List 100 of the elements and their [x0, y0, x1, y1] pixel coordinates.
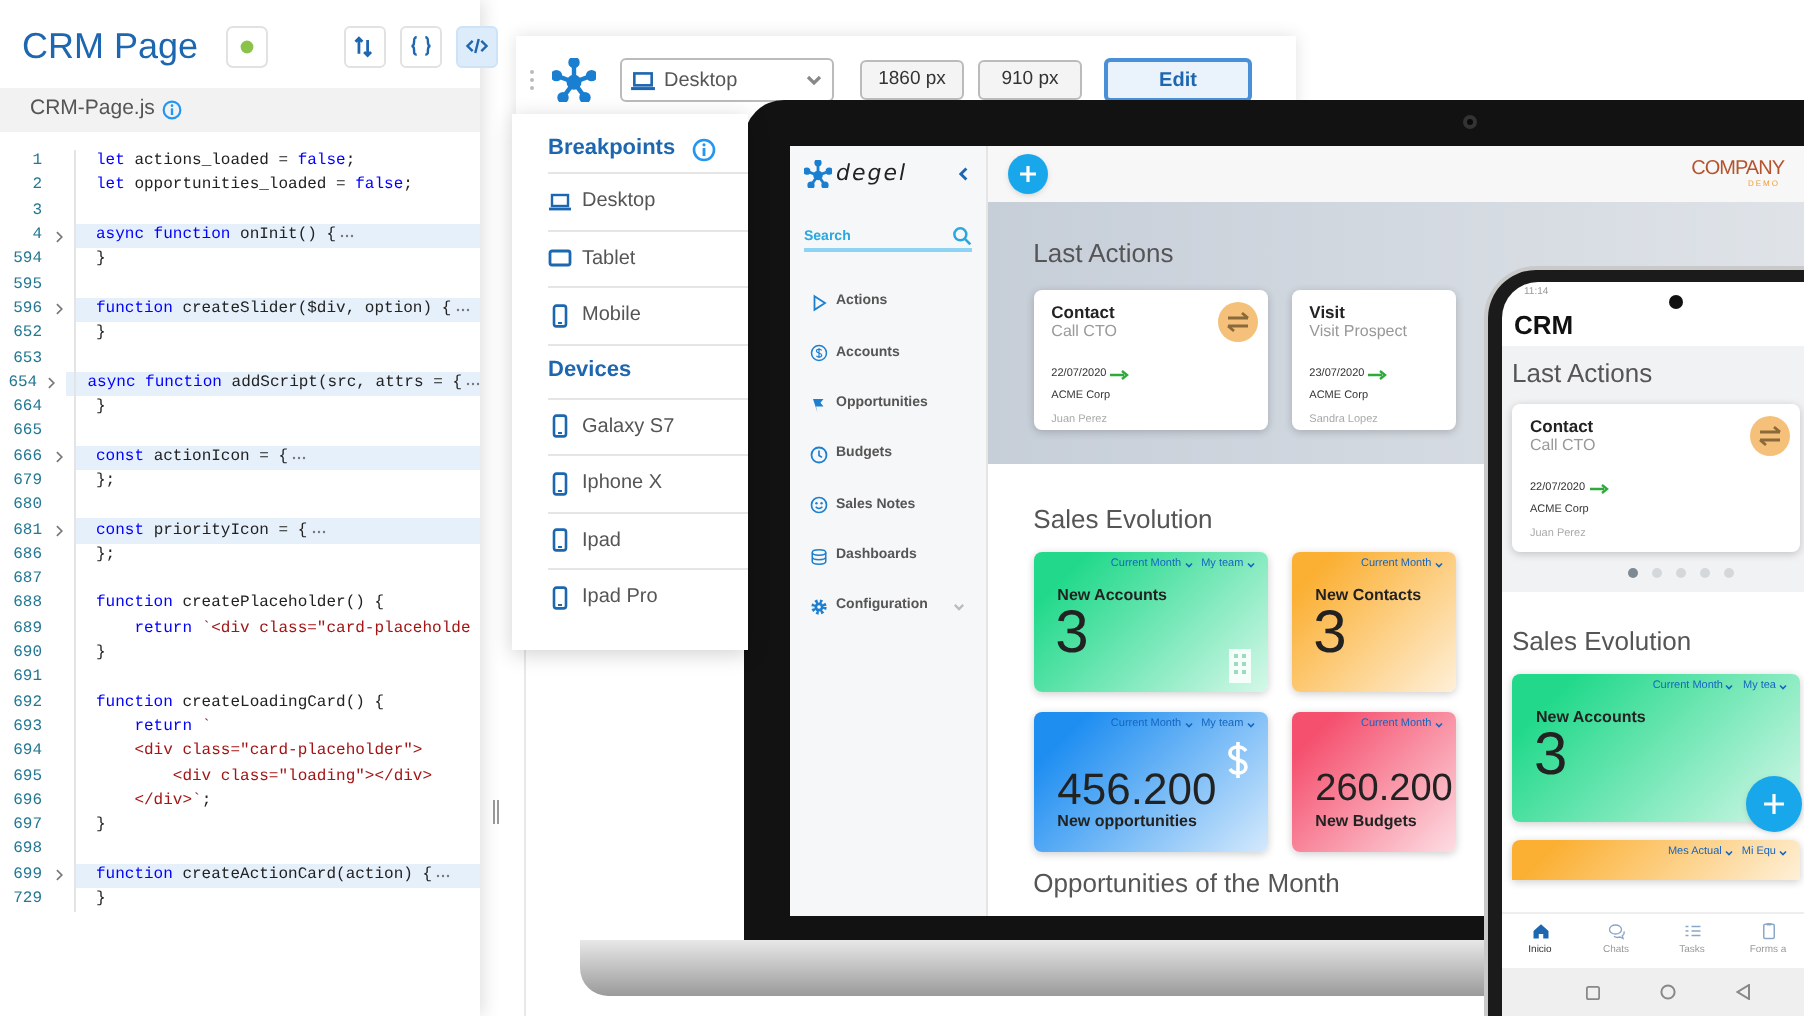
line-number: 695: [11, 769, 42, 786]
card-subtitle: Call CTO: [1530, 436, 1598, 456]
device-select[interactable]: Desktop: [620, 58, 834, 102]
kpi-label: New Accounts: [1055, 585, 1169, 603]
card-subtitle: Visit Prospect: [1309, 322, 1409, 342]
chat-icon: [1607, 922, 1625, 941]
line-number: 686: [11, 547, 42, 564]
line-number: 596: [11, 301, 42, 318]
swap-icon: [1217, 302, 1258, 342]
line-number: 680: [11, 498, 42, 515]
code-line: <div class="card-placeholder">: [132, 744, 423, 761]
code-line: return `<div class="card-placeholde: [132, 621, 471, 638]
line-number: 688: [11, 596, 42, 613]
kpi-value: 3: [1311, 603, 1347, 663]
line-number: 2: [30, 178, 42, 195]
add-button[interactable]: [1007, 154, 1048, 194]
line-number: 699: [11, 867, 42, 884]
swap-icon: [1750, 416, 1790, 456]
fold-chevron-icon[interactable]: [51, 524, 65, 539]
kpi-label: New Contacts: [1313, 585, 1424, 603]
drag-handle-icon: [528, 68, 536, 92]
page-title: CRM Page: [22, 28, 199, 64]
info-icon: [162, 100, 183, 120]
phone-icon: [548, 585, 572, 610]
line-number: 652: [11, 326, 42, 343]
width-field[interactable]: 1860 px: [860, 60, 964, 100]
toolbar-button[interactable]: [400, 25, 443, 67]
laptop-icon: [548, 189, 572, 214]
code-line: }: [96, 252, 106, 269]
card-title: Contact: [1530, 416, 1596, 436]
phone-icon: [548, 471, 572, 496]
square-icon: [1586, 985, 1600, 999]
caret-down-icon: [1778, 848, 1788, 859]
triangle-icon: [1736, 984, 1750, 1000]
line-number: 687: [11, 572, 42, 589]
line-number: 653: [11, 351, 42, 368]
line-number: 595: [11, 277, 42, 294]
company-logo-text: COMPANY: [1691, 160, 1784, 180]
home-icon: [1531, 922, 1549, 941]
kpi-label: New opportunities: [1055, 811, 1199, 829]
caret-down-icon: [1433, 560, 1444, 571]
code-line: async function onInit() {: [96, 228, 337, 245]
code-line: }: [96, 892, 106, 909]
caret-down-icon: [1778, 682, 1788, 693]
code-line: function createPlaceholder() {: [96, 596, 385, 613]
kpi-label: New Accounts: [1534, 707, 1648, 725]
ellipsis-icon: [466, 379, 480, 388]
ellipsis-icon: [292, 453, 307, 462]
ellipsis-icon: [311, 527, 326, 536]
arrow-right-icon: [1110, 369, 1131, 380]
network-logo-icon: [552, 58, 596, 102]
list-icon: [1683, 922, 1701, 941]
network-logo-icon: [804, 160, 832, 188]
caret-down-icon: [1245, 560, 1256, 571]
fold-chevron-icon[interactable]: [51, 868, 65, 883]
add-button[interactable]: [1746, 776, 1802, 832]
fold-chevron-icon[interactable]: [44, 376, 59, 391]
fold-chevron-icon[interactable]: [51, 229, 65, 244]
gear-icon: [810, 597, 828, 616]
line-number: 693: [11, 719, 42, 736]
camera-icon: [1668, 294, 1684, 310]
fold-chevron-icon[interactable]: [51, 302, 65, 317]
code-line: async function addScript(src, attrs = {: [87, 375, 462, 392]
clock-icon: [810, 446, 828, 465]
toolbar-button[interactable]: [344, 25, 387, 67]
edit-button[interactable]: Edit: [1104, 58, 1252, 102]
line-number: 679: [11, 474, 42, 490]
caret-down-icon: [1724, 682, 1735, 693]
card-title: Visit: [1309, 302, 1347, 322]
code-line: }: [96, 400, 106, 417]
line-number: 698: [11, 842, 42, 859]
phone-icon: [548, 528, 572, 553]
fold-chevron-icon[interactable]: [51, 450, 65, 465]
line-number: 654: [6, 375, 38, 392]
code-line: let actions_loaded = false;: [96, 154, 356, 171]
code-line: function createLoadingCard() {: [96, 695, 385, 712]
splitter-handle-icon[interactable]: [492, 800, 500, 824]
caret-down-icon: [1433, 720, 1444, 731]
code-line: function createActionCard(action) {: [96, 867, 433, 884]
logo-text: degel: [836, 157, 908, 190]
caret-down-icon: [1183, 720, 1194, 731]
line-number: 689: [11, 621, 42, 638]
section-title: Opportunities of the Month: [1033, 868, 1340, 900]
arrow-right-icon: [1589, 483, 1610, 494]
code-line: </div>`;: [132, 793, 212, 810]
toolbar-button[interactable]: [456, 25, 499, 67]
collapse-icon[interactable]: [955, 166, 972, 182]
play-icon: [810, 294, 828, 313]
ellipsis-icon: [340, 232, 355, 241]
line-number: 681: [11, 523, 42, 540]
arrow-right-icon: [1368, 369, 1389, 380]
caret-down-icon: [1723, 848, 1734, 859]
line-number: 690: [11, 646, 42, 663]
line-number: 1: [30, 154, 42, 171]
card-subtitle: Call CTO: [1051, 322, 1119, 342]
circle-icon: [1660, 984, 1676, 1000]
ellipsis-icon: [455, 305, 470, 314]
phone-icon: [548, 414, 572, 439]
height-field[interactable]: 910 px: [978, 60, 1082, 100]
line-number: 692: [11, 695, 42, 712]
